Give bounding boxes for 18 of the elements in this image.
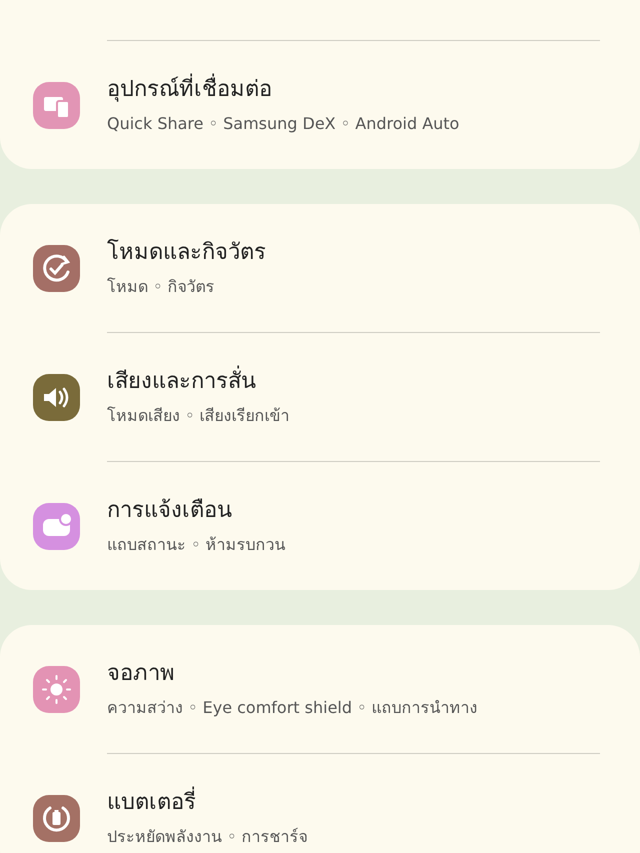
item-subtitle: โหมดเสียง ◦ เสียงเรียกเข้า [107, 405, 290, 427]
item-subtitle: Quick Share ◦ Samsung DeX ◦ Android Auto [107, 113, 460, 135]
settings-item[interactable]: โหมดและกิจวัตร โหมด ◦ กิจวัตร [0, 204, 640, 332]
settings-item[interactable]: อุปกรณ์ที่เชื่อมต่อ Quick Share ◦ Samsung DeX ◦ Android Auto [0, 41, 640, 169]
item-subtitle: ประหยัดพลังงาน ◦ การชาร์จ [107, 826, 308, 848]
item-title: เสียงและการสั่น [107, 367, 290, 397]
item-subtitle: ความสว่าง ◦ Eye comfort shield ◦ แถบการนำทาง [107, 697, 478, 719]
settings-item[interactable]: เสียงและการสั่น โหมดเสียง ◦ เสียงเรียกเข้า [0, 333, 640, 461]
settings-item[interactable]: การแจ้งเตือน แถบสถานะ ◦ ห้ามรบกวน [0, 462, 640, 590]
settings-item[interactable]: จอภาพ ความสว่าง ◦ Eye comfort shield ◦ แถบการนำทาง [0, 625, 640, 753]
settings-item[interactable]: แบตเตอรี่ ประหยัดพลังงาน ◦ การชาร์จ [0, 754, 640, 853]
item-title: อุปกรณ์ที่เชื่อมต่อ [107, 75, 460, 105]
item-title: โหมดและกิจวัตร [107, 238, 266, 267]
item-subtitle: โหมด ◦ กิจวัตร [107, 276, 216, 298]
item-title: จอภาพ [107, 660, 176, 688]
item-title: แบตเตอรี่ [107, 788, 308, 818]
item-subtitle: แถบสถานะ ◦ ห้ามรบกวน [107, 534, 286, 556]
item-title: การแจ้งเตือน [107, 497, 233, 525]
